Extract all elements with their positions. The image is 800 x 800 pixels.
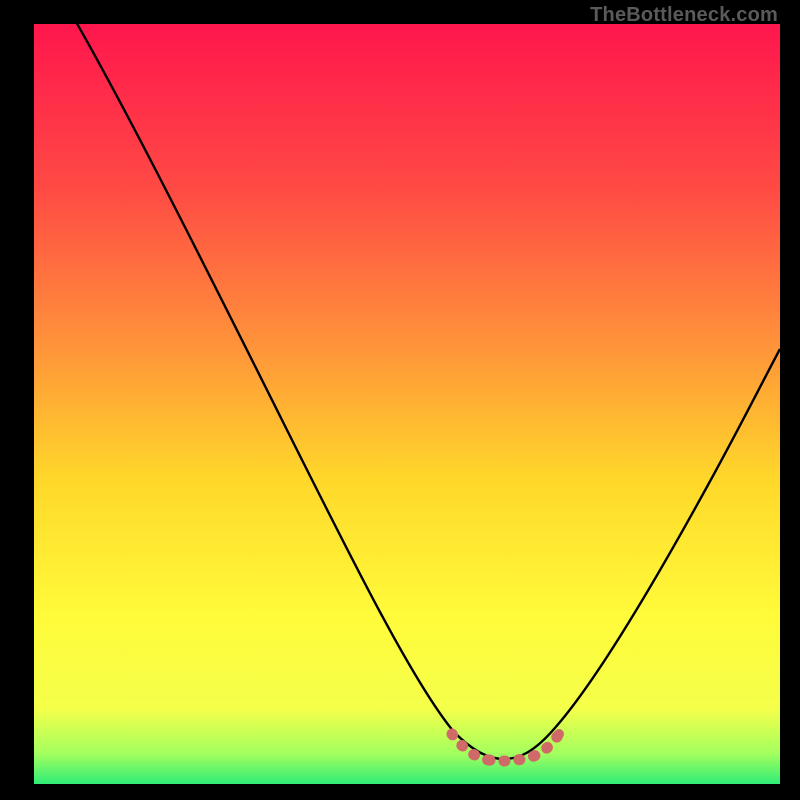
chart-area: [34, 24, 780, 784]
bottleneck-curve: [34, 24, 780, 784]
optimal-band-marker: [447, 729, 564, 761]
